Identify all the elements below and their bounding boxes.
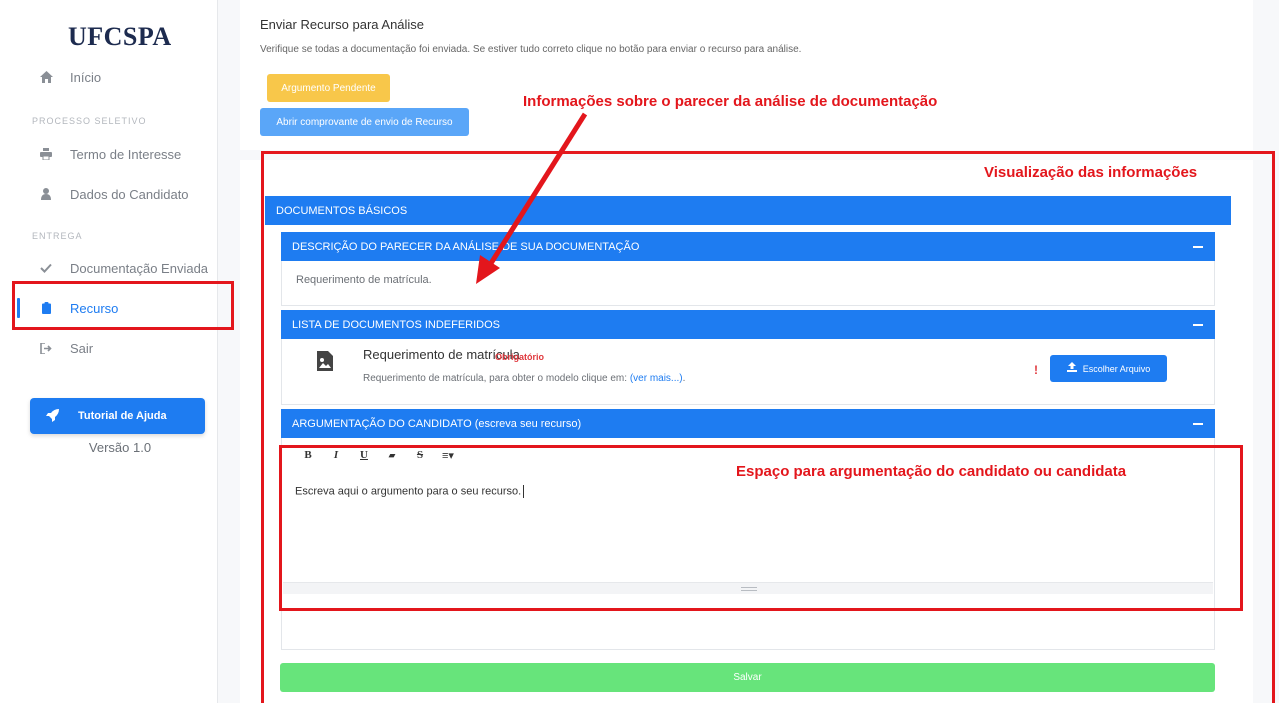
submit-appeal-card: Enviar Recurso para Análise Verifique se… xyxy=(240,0,1253,150)
sidebar-item-label: Início xyxy=(70,69,102,85)
sidebar-item-label: Sair xyxy=(70,340,94,356)
rocket-icon xyxy=(46,408,60,425)
section-label-processo: PROCESSO SELETIVO xyxy=(32,116,147,126)
sidebar-item-inicio[interactable]: Início xyxy=(0,64,218,90)
annotation-box-visualizacao xyxy=(261,151,1275,703)
help-tutorial-button[interactable]: Tutorial de Ajuda xyxy=(30,398,205,434)
sign-out-icon xyxy=(39,341,53,355)
user-icon xyxy=(39,187,53,201)
sidebar-item-label: Documentação Enviada xyxy=(70,260,209,276)
sidebar-item-label: Dados do Candidato xyxy=(70,186,189,202)
sidebar-item-termo[interactable]: Termo de Interesse xyxy=(0,141,218,167)
annotation-arrow-icon xyxy=(476,112,588,284)
section-label-entrega: ENTREGA xyxy=(32,231,83,241)
sidebar: UFCSPA Início PROCESSO SELETIVO Termo de… xyxy=(0,0,218,703)
help-button-label: Tutorial de Ajuda xyxy=(78,410,167,422)
page-title: Enviar Recurso para Análise xyxy=(260,17,425,32)
version-label: Versão 1.0 xyxy=(88,440,152,455)
sidebar-item-sair[interactable]: Sair xyxy=(0,335,218,361)
logo: UFCSPA xyxy=(68,22,172,51)
sidebar-item-label: Termo de Interesse xyxy=(70,146,182,162)
sidebar-item-dados[interactable]: Dados do Candidato xyxy=(0,181,218,207)
sidebar-item-documentacao[interactable]: Documentação Enviada xyxy=(0,255,218,281)
print-icon xyxy=(39,147,53,161)
page-description: Verifique se todas a documentação foi en… xyxy=(260,44,802,55)
annotation-visualizacao: Visualização das informações xyxy=(984,164,1198,181)
annotation-box-recurso xyxy=(12,281,234,330)
open-receipt-button[interactable]: Abrir comprovante de envio de Recurso xyxy=(260,108,469,136)
check-icon xyxy=(39,261,53,275)
annotation-espaco: Espaço para argumentação do candidato ou… xyxy=(736,463,1127,480)
home-icon xyxy=(39,70,53,84)
argument-pending-button[interactable]: Argumento Pendente xyxy=(267,74,390,102)
